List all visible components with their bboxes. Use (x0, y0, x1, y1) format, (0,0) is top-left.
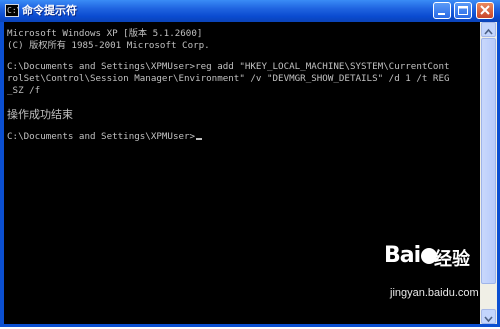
baidu-logo: Bai (384, 243, 438, 268)
minimize-icon (438, 13, 445, 15)
close-icon (480, 5, 490, 15)
close-button[interactable] (476, 2, 494, 19)
arrow-down-icon (484, 316, 493, 323)
watermark-url: jingyan.baidu.com (390, 287, 479, 299)
window-title: 命令提示符 (22, 4, 77, 17)
console-line: C:\Documents and Settings\XPMUser>reg ad… (7, 61, 450, 72)
baidu-jingyan-watermark: Bai 经验 jingyan.baidu.com (384, 243, 496, 309)
scroll-down-button[interactable] (481, 309, 496, 324)
cmd-window: C:\ 命令提示符 Microsoft Windows XP [版本 5.1.2… (0, 0, 500, 327)
scroll-up-button[interactable] (481, 22, 496, 37)
maximize-button[interactable] (454, 2, 472, 19)
console-prompt-line: C:\Documents and Settings\XPMUser> (7, 131, 203, 142)
console-prompt: C:\Documents and Settings\XPMUser> (7, 131, 196, 142)
console-line: rolSet\Control\Session Manager\Environme… (7, 73, 450, 84)
jingyan-label: 经验 (434, 249, 470, 270)
console-line: (C) 版权所有 1985-2001 Microsoft Corp. (7, 40, 210, 51)
text-cursor (196, 138, 203, 140)
console-line: _SZ /f (7, 85, 41, 96)
minimize-button[interactable] (433, 2, 451, 19)
arrow-up-icon (484, 28, 493, 35)
title-bar[interactable]: C:\ 命令提示符 (0, 0, 500, 22)
cmd-app-icon[interactable]: C:\ (5, 4, 19, 17)
maximize-icon (458, 6, 468, 15)
console-line: 操作成功结束 (7, 108, 73, 121)
